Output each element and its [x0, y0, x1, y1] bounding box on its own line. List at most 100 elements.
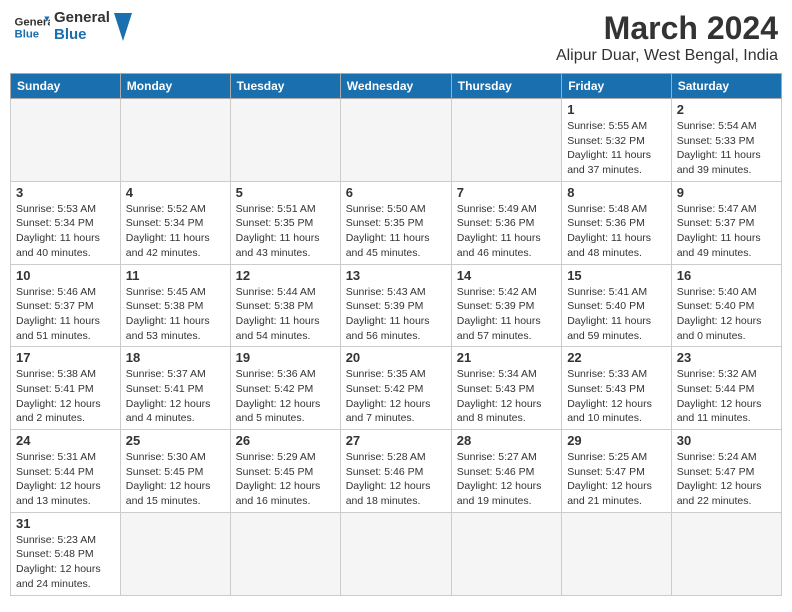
- day-number: 12: [236, 268, 335, 283]
- day-info: Sunrise: 5:48 AM Sunset: 5:36 PM Dayligh…: [567, 202, 666, 261]
- calendar-cell: 11Sunrise: 5:45 AM Sunset: 5:38 PM Dayli…: [120, 264, 230, 347]
- calendar-cell: 31 Sunrise: 5:23 AM Sunset: 5:48 PM Dayli…: [11, 512, 121, 595]
- day-number: 1: [567, 102, 666, 117]
- month-title: March 2024: [556, 10, 778, 47]
- logo-triangle-icon: [114, 13, 132, 41]
- day-number: 31: [16, 516, 115, 531]
- calendar-cell: 21Sunrise: 5:34 AM Sunset: 5:43 PM Dayli…: [451, 347, 561, 430]
- day-number: 28: [457, 433, 556, 448]
- day-header-wednesday: Wednesday: [340, 74, 451, 99]
- day-number: 24: [16, 433, 115, 448]
- calendar-cell: 1 Sunrise: 5:55 AM Sunset: 5:32 PM Daylig…: [562, 99, 672, 182]
- day-number: 5: [236, 185, 335, 200]
- day-info: Sunrise: 5:47 AM Sunset: 5:37 PM Dayligh…: [677, 202, 776, 261]
- day-info: Sunrise: 5:49 AM Sunset: 5:36 PM Dayligh…: [457, 202, 556, 261]
- calendar-cell: 23Sunrise: 5:32 AM Sunset: 5:44 PM Dayli…: [671, 347, 781, 430]
- day-info: Sunrise: 5:36 AM Sunset: 5:42 PM Dayligh…: [236, 367, 335, 426]
- day-header-monday: Monday: [120, 74, 230, 99]
- calendar-cell: 6Sunrise: 5:50 AM Sunset: 5:35 PM Daylig…: [340, 181, 451, 264]
- day-number: 14: [457, 268, 556, 283]
- day-number: 3: [16, 185, 115, 200]
- title-block: March 2024 Alipur Duar, West Bengal, Ind…: [556, 10, 778, 65]
- day-info: Sunrise: 5:32 AM Sunset: 5:44 PM Dayligh…: [677, 367, 776, 426]
- day-number: 9: [677, 185, 776, 200]
- calendar-week-row: 3 Sunrise: 5:53 AM Sunset: 5:34 PM Daylig…: [11, 181, 782, 264]
- calendar-cell: 9 Sunrise: 5:47 AM Sunset: 5:37 PM Daylig…: [671, 181, 781, 264]
- day-number: 30: [677, 433, 776, 448]
- calendar-header-row: SundayMondayTuesdayWednesdayThursdayFrid…: [11, 74, 782, 99]
- calendar-cell: [230, 512, 340, 595]
- day-number: 4: [126, 185, 225, 200]
- logo-blue: Blue: [54, 27, 110, 44]
- day-info: Sunrise: 5:33 AM Sunset: 5:43 PM Dayligh…: [567, 367, 666, 426]
- day-number: 10: [16, 268, 115, 283]
- day-info: Sunrise: 5:43 AM Sunset: 5:39 PM Dayligh…: [346, 285, 446, 344]
- calendar-cell: [340, 99, 451, 182]
- day-info: Sunrise: 5:55 AM Sunset: 5:32 PM Dayligh…: [567, 119, 666, 178]
- calendar-cell: 4Sunrise: 5:52 AM Sunset: 5:34 PM Daylig…: [120, 181, 230, 264]
- calendar-cell: 16 Sunrise: 5:40 AM Sunset: 5:40 PM Dayli…: [671, 264, 781, 347]
- calendar-cell: 27Sunrise: 5:28 AM Sunset: 5:46 PM Dayli…: [340, 430, 451, 513]
- calendar-cell: 29Sunrise: 5:25 AM Sunset: 5:47 PM Dayli…: [562, 430, 672, 513]
- day-number: 11: [126, 268, 225, 283]
- logo: General Blue General Blue: [14, 10, 132, 43]
- day-info: Sunrise: 5:44 AM Sunset: 5:38 PM Dayligh…: [236, 285, 335, 344]
- day-info: Sunrise: 5:31 AM Sunset: 5:44 PM Dayligh…: [16, 450, 115, 509]
- calendar-cell: 7 Sunrise: 5:49 AM Sunset: 5:36 PM Daylig…: [451, 181, 561, 264]
- calendar-cell: [340, 512, 451, 595]
- calendar-cell: 26 Sunrise: 5:29 AM Sunset: 5:45 PM Dayli…: [230, 430, 340, 513]
- day-info: Sunrise: 5:53 AM Sunset: 5:34 PM Dayligh…: [16, 202, 115, 261]
- page-header: General Blue General Blue March 2024 Ali…: [10, 10, 782, 65]
- day-number: 6: [346, 185, 446, 200]
- calendar-cell: [120, 512, 230, 595]
- calendar-week-row: 24 Sunrise: 5:31 AM Sunset: 5:44 PM Dayli…: [11, 430, 782, 513]
- day-header-tuesday: Tuesday: [230, 74, 340, 99]
- calendar-cell: 12 Sunrise: 5:44 AM Sunset: 5:38 PM Dayli…: [230, 264, 340, 347]
- calendar-cell: 15 Sunrise: 5:41 AM Sunset: 5:40 PM Dayli…: [562, 264, 672, 347]
- calendar-cell: [451, 99, 561, 182]
- calendar-cell: 24 Sunrise: 5:31 AM Sunset: 5:44 PM Dayli…: [11, 430, 121, 513]
- day-info: Sunrise: 5:54 AM Sunset: 5:33 PM Dayligh…: [677, 119, 776, 178]
- day-info: Sunrise: 5:23 AM Sunset: 5:48 PM Dayligh…: [16, 533, 115, 592]
- day-number: 25: [126, 433, 225, 448]
- calendar-cell: 25 Sunrise: 5:30 AM Sunset: 5:45 PM Dayli…: [120, 430, 230, 513]
- day-info: Sunrise: 5:29 AM Sunset: 5:45 PM Dayligh…: [236, 450, 335, 509]
- calendar-cell: 28Sunrise: 5:27 AM Sunset: 5:46 PM Dayli…: [451, 430, 561, 513]
- calendar-cell: 5Sunrise: 5:51 AM Sunset: 5:35 PM Daylig…: [230, 181, 340, 264]
- day-header-sunday: Sunday: [11, 74, 121, 99]
- day-header-friday: Friday: [562, 74, 672, 99]
- calendar-cell: 20Sunrise: 5:35 AM Sunset: 5:42 PM Dayli…: [340, 347, 451, 430]
- day-number: 8: [567, 185, 666, 200]
- location: Alipur Duar, West Bengal, India: [556, 47, 778, 65]
- day-info: Sunrise: 5:41 AM Sunset: 5:40 PM Dayligh…: [567, 285, 666, 344]
- calendar-cell: [451, 512, 561, 595]
- day-number: 22: [567, 350, 666, 365]
- day-info: Sunrise: 5:34 AM Sunset: 5:43 PM Dayligh…: [457, 367, 556, 426]
- calendar-week-row: 17Sunrise: 5:38 AM Sunset: 5:41 PM Dayli…: [11, 347, 782, 430]
- day-info: Sunrise: 5:28 AM Sunset: 5:46 PM Dayligh…: [346, 450, 446, 509]
- calendar-cell: [562, 512, 672, 595]
- calendar-cell: [671, 512, 781, 595]
- calendar-cell: 3 Sunrise: 5:53 AM Sunset: 5:34 PM Daylig…: [11, 181, 121, 264]
- day-number: 19: [236, 350, 335, 365]
- day-number: 2: [677, 102, 776, 117]
- day-info: Sunrise: 5:30 AM Sunset: 5:45 PM Dayligh…: [126, 450, 225, 509]
- calendar-week-row: 31 Sunrise: 5:23 AM Sunset: 5:48 PM Dayli…: [11, 512, 782, 595]
- calendar-cell: 18Sunrise: 5:37 AM Sunset: 5:41 PM Dayli…: [120, 347, 230, 430]
- calendar-week-row: 10Sunrise: 5:46 AM Sunset: 5:37 PM Dayli…: [11, 264, 782, 347]
- calendar-cell: [230, 99, 340, 182]
- calendar-cell: 2 Sunrise: 5:54 AM Sunset: 5:33 PM Daylig…: [671, 99, 781, 182]
- calendar-cell: [11, 99, 121, 182]
- day-number: 26: [236, 433, 335, 448]
- svg-text:General: General: [15, 16, 51, 28]
- day-header-thursday: Thursday: [451, 74, 561, 99]
- day-number: 15: [567, 268, 666, 283]
- day-number: 7: [457, 185, 556, 200]
- day-info: Sunrise: 5:38 AM Sunset: 5:41 PM Dayligh…: [16, 367, 115, 426]
- logo-icon: General Blue: [14, 13, 50, 41]
- day-info: Sunrise: 5:40 AM Sunset: 5:40 PM Dayligh…: [677, 285, 776, 344]
- day-info: Sunrise: 5:42 AM Sunset: 5:39 PM Dayligh…: [457, 285, 556, 344]
- day-number: 18: [126, 350, 225, 365]
- calendar-cell: 10Sunrise: 5:46 AM Sunset: 5:37 PM Dayli…: [11, 264, 121, 347]
- day-number: 16: [677, 268, 776, 283]
